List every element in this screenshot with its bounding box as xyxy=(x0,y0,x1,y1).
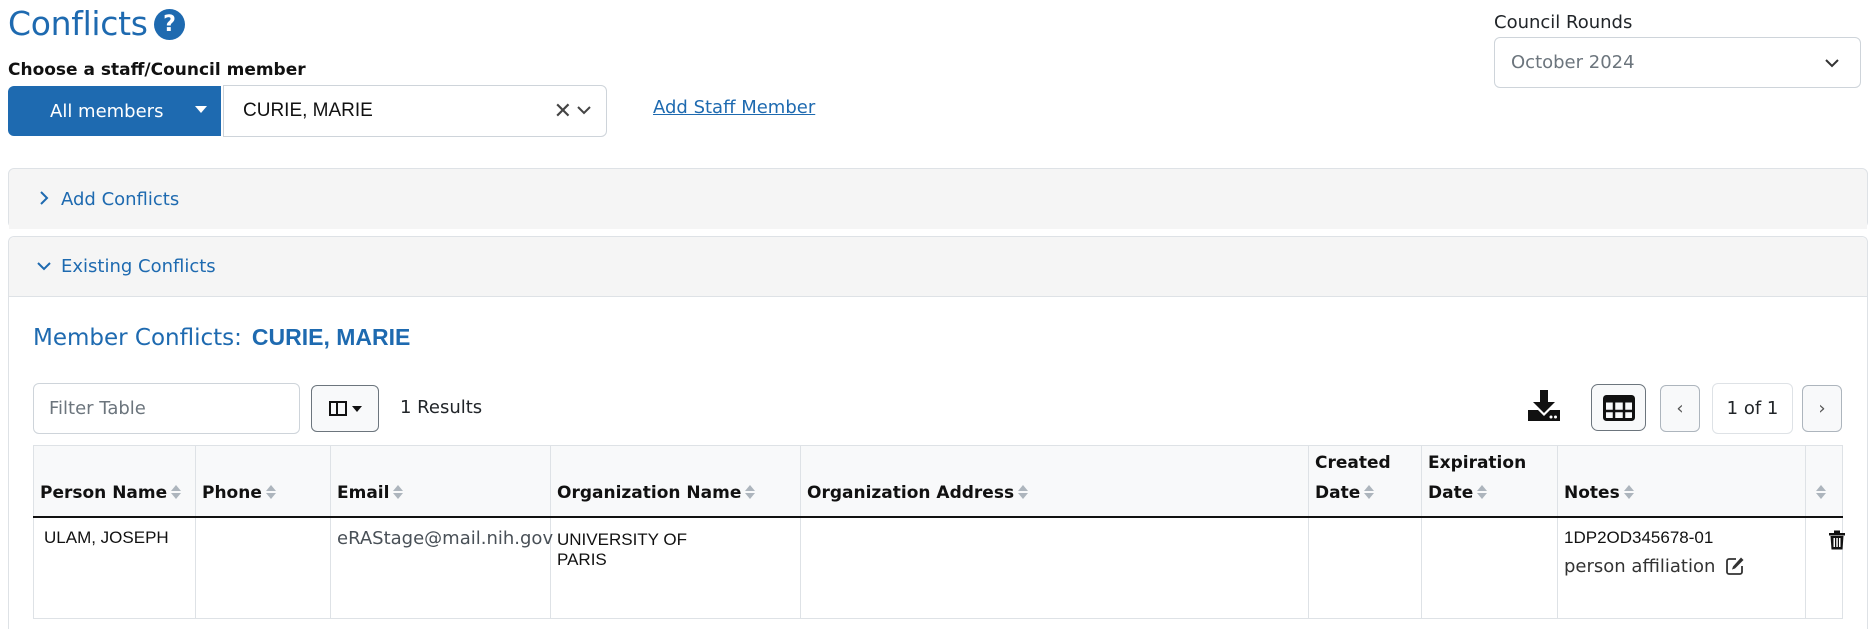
cell-expiration-date xyxy=(1421,516,1558,619)
member-conflicts-heading: Member Conflicts: CURIE, MARIE xyxy=(33,324,410,351)
next-page-button[interactable]: › xyxy=(1802,385,1842,432)
conflicts-table: Person Name Phone Email Organization Nam… xyxy=(33,445,1846,619)
sort-icon xyxy=(1623,484,1634,500)
table-header-row: Person Name Phone Email Organization Nam… xyxy=(33,445,1843,518)
column-visibility-button[interactable] xyxy=(311,385,379,432)
trash-icon[interactable] xyxy=(1828,530,1846,550)
sort-icon xyxy=(1477,484,1488,500)
cell-organization-address xyxy=(800,516,1309,619)
member-select[interactable]: CURIE, MARIE ✕ xyxy=(223,85,607,137)
add-conflicts-label: Add Conflicts xyxy=(61,188,180,210)
filter-table-input[interactable] xyxy=(33,383,300,434)
download-icon[interactable] xyxy=(1526,388,1562,424)
page-indicator: 1 of 1 xyxy=(1712,383,1793,434)
notes-grant-id: 1DP2OD345678-01 xyxy=(1564,527,1714,547)
column-header-notes[interactable]: Notes xyxy=(1557,445,1806,518)
sort-icon xyxy=(1816,484,1826,500)
council-rounds-value: October 2024 xyxy=(1511,52,1635,73)
members-filter-label: All members xyxy=(50,100,164,122)
council-rounds-label: Council Rounds xyxy=(1494,12,1633,33)
cell-created-date xyxy=(1308,516,1422,619)
sort-icon xyxy=(1364,484,1375,500)
member-conflicts-prefix: Member Conflicts: xyxy=(33,325,242,351)
table-row: ULAM, JOSEPH eRAStage@mail.nih.gov UNIVE… xyxy=(33,516,1846,619)
chevron-right-icon xyxy=(40,191,49,205)
choose-member-label: Choose a staff/Council member xyxy=(8,60,306,80)
add-staff-member-link[interactable]: Add Staff Member xyxy=(653,97,815,118)
previous-page-button[interactable]: ‹ xyxy=(1660,385,1700,432)
sort-icon xyxy=(745,484,756,500)
column-header-created-date[interactable]: Created Date xyxy=(1308,445,1422,518)
column-header-person-name[interactable]: Person Name xyxy=(33,445,196,518)
council-rounds-select[interactable]: October 2024 xyxy=(1494,37,1861,88)
sort-icon xyxy=(171,484,182,500)
chevron-down-icon[interactable] xyxy=(574,100,594,120)
member-select-value: CURIE, MARIE xyxy=(243,100,373,121)
notes-text: person affiliation xyxy=(1564,555,1716,577)
cell-organization-name: UNIVERSITY OF PARIS xyxy=(550,516,801,619)
cell-person-name: ULAM, JOSEPH xyxy=(33,516,196,619)
column-header-organization-address[interactable]: Organization Address xyxy=(800,445,1309,518)
table-grid-icon xyxy=(1602,394,1635,421)
existing-conflicts-toggle[interactable]: Existing Conflicts xyxy=(9,237,1867,297)
cell-actions xyxy=(1805,516,1846,619)
edit-icon[interactable] xyxy=(1725,556,1745,576)
cell-notes: 1DP2OD345678-01 person affiliation xyxy=(1557,516,1806,619)
results-count: 1 Results xyxy=(400,397,483,418)
caret-down-icon xyxy=(195,106,207,113)
column-header-expiration-date[interactable]: Expiration Date xyxy=(1421,445,1558,518)
column-header-email[interactable]: Email xyxy=(330,445,551,518)
cell-phone xyxy=(195,516,331,619)
caret-down-icon xyxy=(351,405,362,412)
chevron-down-icon xyxy=(37,262,51,271)
member-conflicts-name: CURIE, MARIE xyxy=(251,324,411,350)
cell-email: eRAStage@mail.nih.gov xyxy=(330,516,553,619)
existing-conflicts-label: Existing Conflicts xyxy=(61,256,216,277)
help-icon[interactable]: ? xyxy=(154,9,185,40)
chevron-down-icon xyxy=(1825,59,1839,68)
sort-icon xyxy=(1018,484,1029,500)
sort-icon xyxy=(393,484,404,500)
sort-icon xyxy=(265,484,276,500)
members-filter-dropdown-button[interactable]: All members xyxy=(8,86,221,136)
column-header-phone[interactable]: Phone xyxy=(195,445,331,518)
columns-icon xyxy=(328,401,347,416)
add-conflicts-panel: Add Conflicts xyxy=(8,168,1868,229)
page-title: Conflicts xyxy=(8,4,148,43)
column-header-organization-name[interactable]: Organization Name xyxy=(550,445,801,518)
clear-icon[interactable]: ✕ xyxy=(554,98,572,124)
column-header-actions[interactable] xyxy=(1805,445,1843,518)
add-conflicts-toggle[interactable]: Add Conflicts xyxy=(9,169,1867,229)
table-view-button[interactable] xyxy=(1591,384,1646,431)
